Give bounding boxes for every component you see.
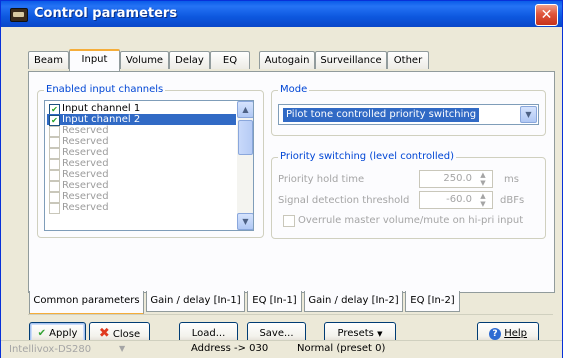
channel-listbox[interactable]: ✔ Input channel 1 ✔ Input channel 2 Reserv… [44, 100, 254, 231]
mode-select[interactable]: Pilot tone controlled priority switching… [278, 104, 539, 125]
spinner-arrows-icon[interactable]: ▲ ▼ [477, 171, 489, 187]
subtab-strip: Common parameters Gain / delay [In-1] EQ… [28, 291, 478, 315]
hold-time-unit: ms [504, 174, 519, 185]
list-item[interactable]: Reserved [47, 169, 236, 181]
list-item[interactable]: Reserved [47, 202, 236, 214]
dialog-window: Control parameters ✕ Beam Input Volume D… [0, 0, 563, 358]
list-item[interactable]: Reserved [47, 191, 236, 203]
tab-beam[interactable]: Beam [28, 51, 69, 69]
priority-switching-group: Priority switching (level controlled) Pr… [271, 151, 546, 239]
tab-input[interactable]: Input [69, 49, 120, 72]
state-text: Normal (preset 0) [297, 343, 386, 354]
subtab-gain-delay-in2[interactable]: Gain / delay [In-2] [304, 291, 403, 312]
chevron-down-icon: ▼ [377, 330, 383, 338]
tab-autogain[interactable]: Autogain [259, 51, 315, 69]
help-icon: ? [489, 328, 501, 340]
chevron-down-icon[interactable]: ▼ [119, 344, 125, 353]
hold-time-spinner[interactable]: 250.0 ▲ ▼ [419, 170, 493, 188]
chevron-down-icon[interactable]: ▼ [520, 106, 537, 123]
subtab-common-parameters[interactable]: Common parameters [29, 291, 144, 315]
priority-legend: Priority switching (level controlled) [278, 151, 457, 162]
window-title: Control parameters [34, 6, 178, 21]
spinner-arrows-icon[interactable]: ▲ ▼ [477, 192, 489, 208]
tab-delay[interactable]: Delay [169, 51, 210, 69]
list-item[interactable]: Reserved [47, 180, 236, 192]
list-item[interactable]: ✔ Input channel 1 [47, 103, 236, 115]
scroll-thumb[interactable] [238, 120, 253, 155]
tab-surveillance[interactable]: Surveillance [315, 51, 387, 69]
tab-other[interactable]: Other [387, 51, 429, 69]
list-item[interactable]: Reserved [47, 125, 236, 137]
overrule-label: Overrule master volume/mute on hi-pri in… [298, 215, 524, 226]
device-select[interactable]: Intellivox-DS280 ▼ [9, 342, 128, 357]
subtab-eq-in2[interactable]: EQ [In-2] [405, 291, 460, 312]
scroll-up-icon[interactable]: ▲ [237, 101, 253, 118]
mode-group: Mode Pilot tone controlled priority swit… [271, 84, 546, 136]
speaker-icon [10, 8, 28, 22]
hold-time-label: Priority hold time [278, 174, 365, 185]
address-text: Address -> 030 [191, 343, 269, 354]
mode-legend: Mode [278, 84, 310, 95]
list-item[interactable]: ✔ Input channel 2 [47, 114, 236, 126]
threshold-label: Signal detection threshold [278, 195, 410, 206]
enabled-channels-legend: Enabled input channels [44, 84, 166, 95]
hold-time-value: 250.0 [443, 173, 472, 184]
channel-list-scrollbar[interactable]: ▲ ▼ [237, 101, 253, 230]
checkmark-icon: ✔ [37, 328, 46, 339]
threshold-spinner[interactable]: -60.0 ▲ ▼ [419, 191, 493, 209]
enabled-channels-group: Enabled input channels ✔ Input channel 1 … [37, 84, 264, 238]
device-name: Intellivox-DS280 [9, 344, 92, 355]
list-item[interactable]: Reserved [47, 158, 236, 170]
threshold-unit: dBFs [500, 195, 525, 206]
title-bar[interactable]: Control parameters ✕ [1, 1, 562, 27]
tab-volume[interactable]: Volume [120, 51, 169, 69]
divider [28, 314, 553, 315]
close-icon[interactable]: ✕ [535, 4, 558, 26]
tab-eq[interactable]: EQ [210, 51, 250, 69]
list-item[interactable]: Reserved [47, 147, 236, 159]
subtab-eq-in1[interactable]: EQ [In-1] [247, 291, 302, 312]
scroll-down-icon[interactable]: ▼ [237, 213, 253, 230]
mode-selected-value: Pilot tone controlled priority switching [283, 108, 480, 122]
checkbox-icon[interactable] [49, 203, 60, 214]
red-x-icon: ✖ [98, 326, 110, 341]
status-bar: Intellivox-DS280 ▼ Address -> 030 Normal… [1, 340, 562, 358]
overrule-checkbox[interactable] [283, 215, 295, 227]
subtab-gain-delay-in1[interactable]: Gain / delay [In-1] [146, 291, 245, 312]
list-item[interactable]: Reserved [47, 136, 236, 148]
threshold-value: -60.0 [446, 194, 472, 205]
input-tab-panel: Enabled input channels ✔ Input channel 1 … [28, 71, 555, 293]
